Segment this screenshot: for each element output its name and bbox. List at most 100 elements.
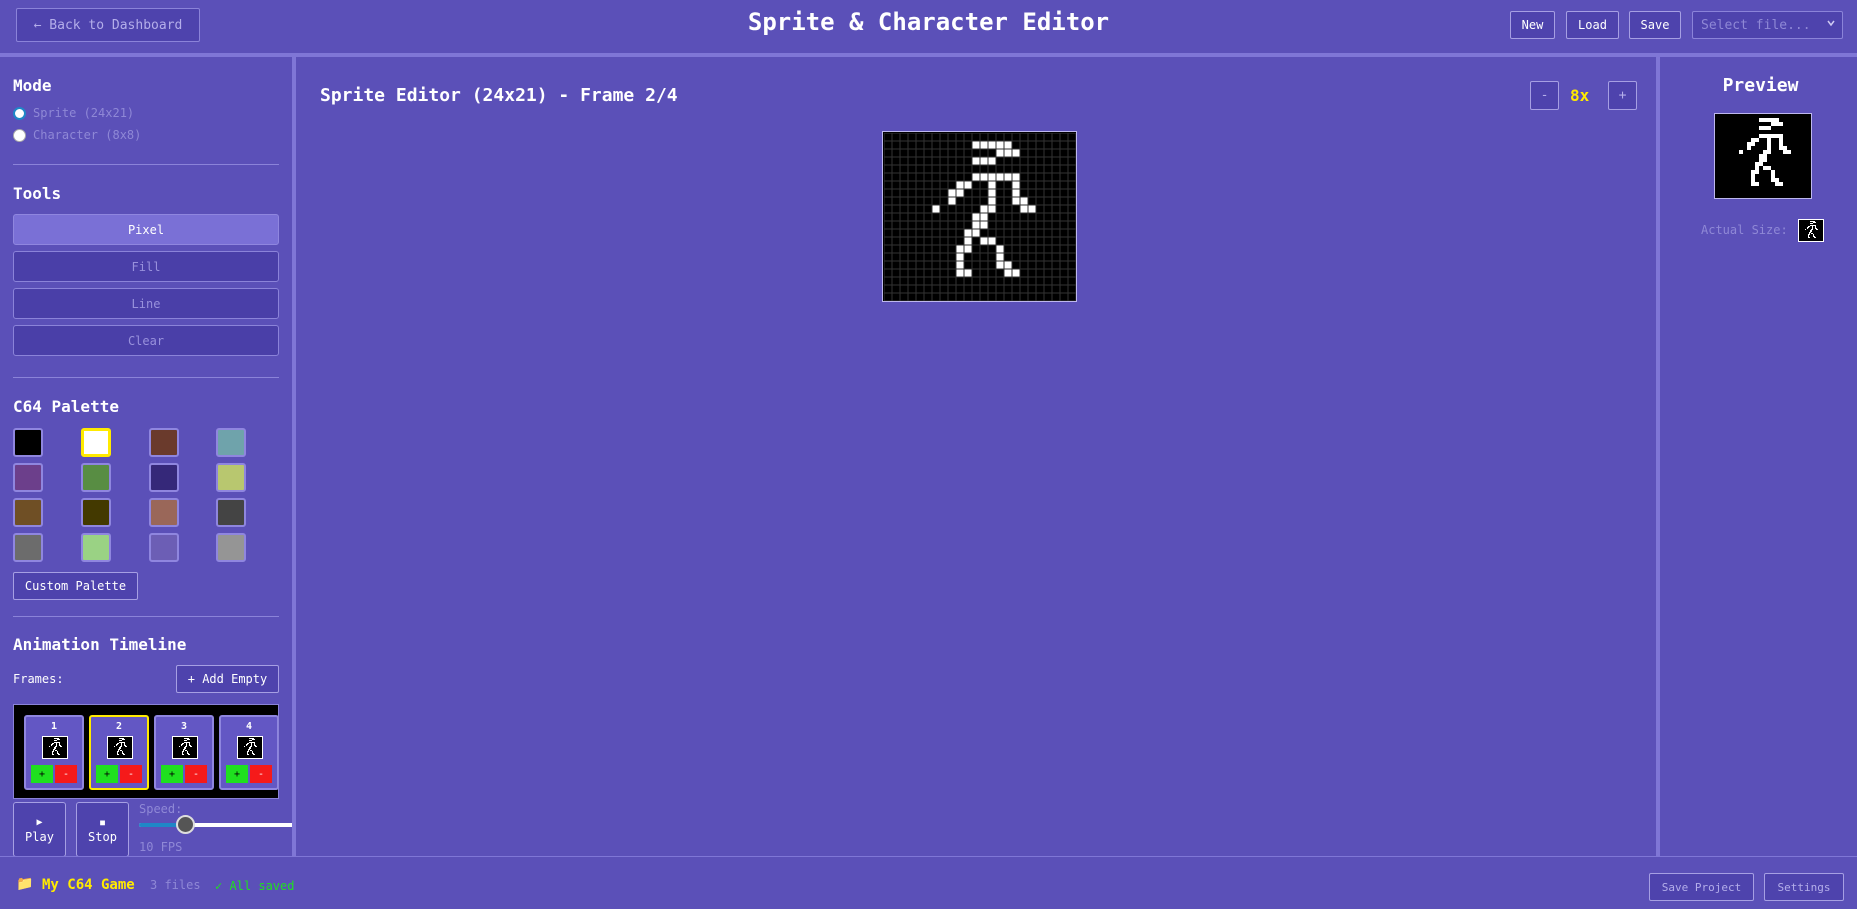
sprite-pixel[interactable] bbox=[1003, 180, 1013, 190]
sprite-pixel[interactable] bbox=[1051, 204, 1061, 214]
sprite-pixel[interactable] bbox=[899, 172, 909, 182]
sprite-pixel[interactable] bbox=[899, 180, 909, 190]
sprite-pixel[interactable] bbox=[1067, 292, 1076, 301]
sprite-pixel[interactable] bbox=[899, 220, 909, 230]
sprite-pixel[interactable] bbox=[971, 244, 981, 254]
sprite-pixel[interactable] bbox=[963, 284, 973, 294]
file-select[interactable]: Select file... bbox=[1692, 11, 1843, 39]
sprite-pixel[interactable] bbox=[995, 188, 1005, 198]
sprite-pixel[interactable] bbox=[899, 196, 909, 206]
sprite-pixel[interactable] bbox=[963, 204, 973, 214]
frame-delete-button[interactable]: - bbox=[185, 765, 207, 783]
sprite-pixel[interactable] bbox=[971, 140, 981, 150]
tool-line-button[interactable]: Line bbox=[13, 288, 279, 319]
sprite-pixel[interactable] bbox=[1019, 148, 1029, 158]
sprite-pixel[interactable] bbox=[923, 204, 933, 214]
sprite-pixel[interactable] bbox=[955, 180, 965, 190]
sprite-pixel[interactable] bbox=[1051, 172, 1061, 182]
sprite-pixel[interactable] bbox=[963, 228, 973, 238]
sprite-pixel[interactable] bbox=[1051, 284, 1061, 294]
sprite-pixel[interactable] bbox=[931, 220, 941, 230]
sprite-pixel[interactable] bbox=[1059, 156, 1069, 166]
sprite-pixel[interactable] bbox=[1051, 260, 1061, 270]
sprite-pixel[interactable] bbox=[931, 228, 941, 238]
sprite-pixel[interactable] bbox=[1059, 276, 1069, 286]
sprite-pixel[interactable] bbox=[939, 236, 949, 246]
sprite-pixel[interactable] bbox=[1035, 260, 1045, 270]
sprite-pixel[interactable] bbox=[907, 196, 917, 206]
sprite-pixel[interactable] bbox=[939, 260, 949, 270]
sprite-pixel[interactable] bbox=[891, 133, 901, 142]
sprite-pixel[interactable] bbox=[979, 260, 989, 270]
sprite-pixel[interactable] bbox=[1011, 212, 1021, 222]
sprite-pixel[interactable] bbox=[1011, 196, 1021, 206]
sprite-pixel[interactable] bbox=[995, 133, 1005, 142]
sprite-pixel[interactable] bbox=[947, 140, 957, 150]
sprite-pixel[interactable] bbox=[884, 164, 893, 174]
sprite-pixel[interactable] bbox=[891, 204, 901, 214]
sprite-pixel[interactable] bbox=[987, 212, 997, 222]
sprite-pixel[interactable] bbox=[931, 260, 941, 270]
sprite-pixel[interactable] bbox=[891, 172, 901, 182]
sprite-pixel[interactable] bbox=[947, 172, 957, 182]
sprite-pixel[interactable] bbox=[931, 252, 941, 262]
sprite-pixel[interactable] bbox=[963, 156, 973, 166]
sprite-pixel[interactable] bbox=[1059, 252, 1069, 262]
sprite-pixel[interactable] bbox=[947, 204, 957, 214]
sprite-pixel[interactable] bbox=[955, 252, 965, 262]
sprite-pixel[interactable] bbox=[1059, 133, 1069, 142]
sprite-pixel[interactable] bbox=[1019, 156, 1029, 166]
sprite-pixel[interactable] bbox=[955, 148, 965, 158]
sprite-pixel[interactable] bbox=[1035, 148, 1045, 158]
sprite-pixel[interactable] bbox=[995, 164, 1005, 174]
sprite-pixel[interactable] bbox=[1011, 292, 1021, 301]
sprite-pixel[interactable] bbox=[955, 228, 965, 238]
tool-fill-button[interactable]: Fill bbox=[13, 251, 279, 282]
sprite-pixel[interactable] bbox=[947, 292, 957, 301]
sprite-pixel[interactable] bbox=[947, 188, 957, 198]
sprite-pixel[interactable] bbox=[987, 236, 997, 246]
sprite-pixel[interactable] bbox=[971, 148, 981, 158]
sprite-pixel[interactable] bbox=[923, 268, 933, 278]
sprite-pixel[interactable] bbox=[884, 244, 893, 254]
sprite-pixel[interactable] bbox=[963, 180, 973, 190]
sprite-pixel[interactable] bbox=[923, 260, 933, 270]
sprite-pixel[interactable] bbox=[987, 292, 997, 301]
sprite-pixel[interactable] bbox=[1035, 284, 1045, 294]
sprite-pixel[interactable] bbox=[939, 148, 949, 158]
sprite-pixel[interactable] bbox=[915, 212, 925, 222]
sprite-pixel[interactable] bbox=[955, 292, 965, 301]
sprite-pixel[interactable] bbox=[915, 268, 925, 278]
sprite-pixel[interactable] bbox=[1067, 172, 1076, 182]
sprite-pixel[interactable] bbox=[979, 180, 989, 190]
sprite-pixel[interactable] bbox=[1003, 204, 1013, 214]
sprite-pixel[interactable] bbox=[1027, 148, 1037, 158]
sprite-pixel[interactable] bbox=[971, 260, 981, 270]
sprite-pixel[interactable] bbox=[915, 204, 925, 214]
sprite-pixel[interactable] bbox=[1043, 284, 1053, 294]
palette-swatch[interactable] bbox=[149, 498, 179, 527]
sprite-pixel[interactable] bbox=[884, 292, 893, 301]
sprite-pixel[interactable] bbox=[923, 140, 933, 150]
sprite-pixel[interactable] bbox=[1035, 172, 1045, 182]
sprite-pixel[interactable] bbox=[1003, 172, 1013, 182]
sprite-pixel[interactable] bbox=[1059, 196, 1069, 206]
sprite-pixel[interactable] bbox=[1043, 236, 1053, 246]
sprite-pixel[interactable] bbox=[1019, 140, 1029, 150]
sprite-pixel[interactable] bbox=[1067, 164, 1076, 174]
frame-delete-button[interactable]: - bbox=[55, 765, 77, 783]
sprite-pixel[interactable] bbox=[907, 252, 917, 262]
sprite-pixel[interactable] bbox=[1003, 236, 1013, 246]
sprite-pixel[interactable] bbox=[1019, 236, 1029, 246]
sprite-pixel[interactable] bbox=[1027, 244, 1037, 254]
sprite-pixel[interactable] bbox=[1019, 284, 1029, 294]
stop-button[interactable]: ■ Stop bbox=[76, 802, 129, 856]
sprite-pixel[interactable] bbox=[1011, 260, 1021, 270]
sprite-pixel[interactable] bbox=[1043, 276, 1053, 286]
sprite-pixel[interactable] bbox=[1067, 268, 1076, 278]
sprite-pixel[interactable] bbox=[907, 164, 917, 174]
save-project-button[interactable]: Save Project bbox=[1649, 873, 1754, 901]
sprite-pixel[interactable] bbox=[939, 156, 949, 166]
sprite-pixel[interactable] bbox=[1027, 140, 1037, 150]
sprite-pixel[interactable] bbox=[939, 284, 949, 294]
